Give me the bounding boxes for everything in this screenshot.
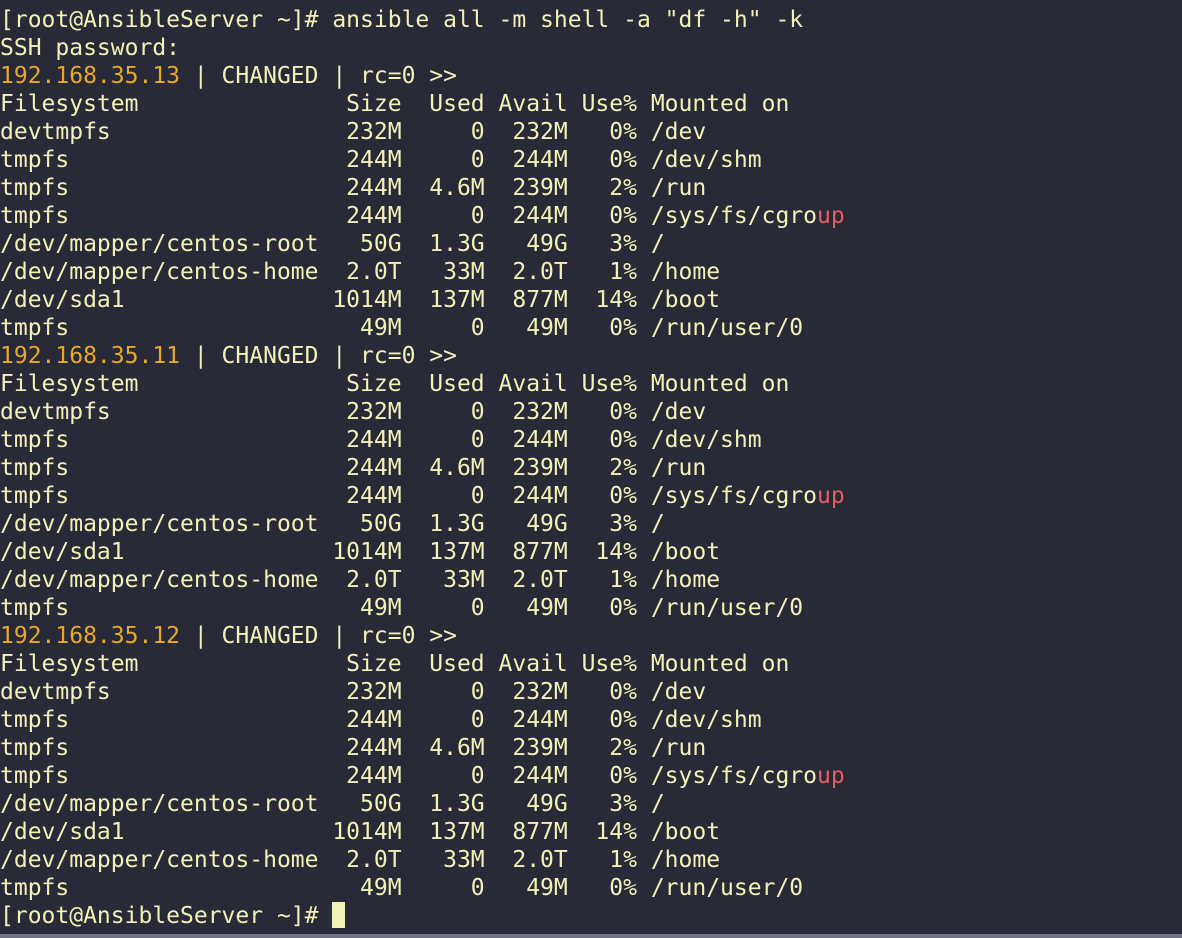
host-status: | CHANGED | rc=0 >> — [180, 623, 457, 649]
filesystem-row-text: tmpfs 49M 0 49M 0% /run/user/0 — [0, 595, 804, 621]
filesystem-row: /dev/mapper/centos-root 50G 1.3G 49G 3% … — [0, 230, 1182, 258]
filesystem-row: /dev/mapper/centos-home 2.0T 33M 2.0T 1%… — [0, 846, 1182, 874]
text-cursor — [332, 902, 346, 928]
filesystem-row-text: devtmpfs 232M 0 232M 0% /dev — [0, 679, 707, 705]
filesystem-row-text: /dev/mapper/centos-root 50G 1.3G 49G 3% … — [0, 231, 665, 257]
filesystem-row-text: tmpfs 244M 4.6M 239M 2% /run — [0, 735, 707, 761]
filesystem-row-text: /dev/mapper/centos-home 2.0T 33M 2.0T 1%… — [0, 259, 721, 285]
filesystem-row: /dev/mapper/centos-root 50G 1.3G 49G 3% … — [0, 790, 1182, 818]
filesystem-row-text: tmpfs 244M 0 244M 0% /sys/fs/cgro — [0, 203, 817, 229]
host-status: | CHANGED | rc=0 >> — [180, 343, 457, 369]
filesystem-row: tmpfs 244M 0 244M 0% /sys/fs/cgroup — [0, 202, 1182, 230]
filesystem-row: /dev/sda1 1014M 137M 877M 14% /boot — [0, 818, 1182, 846]
filesystem-row: tmpfs 49M 0 49M 0% /run/user/0 — [0, 874, 1182, 902]
filesystem-row-text: tmpfs 244M 4.6M 239M 2% /run — [0, 455, 707, 481]
filesystem-row: tmpfs 244M 0 244M 0% /sys/fs/cgroup — [0, 482, 1182, 510]
filesystem-row-text: devtmpfs 232M 0 232M 0% /dev — [0, 399, 707, 425]
shell-prompt[interactable]: [root@AnsibleServer ~]# — [0, 902, 1182, 930]
highlighted-path-suffix: up — [816, 483, 845, 509]
host-result-line: 192.168.35.12 | CHANGED | rc=0 >> — [0, 622, 1182, 650]
terminal-bottom-border — [0, 934, 1182, 938]
filesystem-row: tmpfs 244M 4.6M 239M 2% /run — [0, 734, 1182, 762]
filesystem-row: /dev/mapper/centos-home 2.0T 33M 2.0T 1%… — [0, 566, 1182, 594]
filesystem-row: /dev/mapper/centos-root 50G 1.3G 49G 3% … — [0, 510, 1182, 538]
filesystem-header: Filesystem Size Used Avail Use% Mounted … — [0, 91, 790, 117]
highlighted-path-suffix: up — [816, 203, 845, 229]
filesystem-row: tmpfs 244M 4.6M 239M 2% /run — [0, 174, 1182, 202]
filesystem-row-text: tmpfs 49M 0 49M 0% /run/user/0 — [0, 875, 804, 901]
filesystem-row: tmpfs 244M 0 244M 0% /dev/shm — [0, 426, 1182, 454]
filesystem-row-text: /dev/sda1 1014M 137M 877M 14% /boot — [0, 287, 721, 313]
filesystem-row: tmpfs 244M 0 244M 0% /dev/shm — [0, 706, 1182, 734]
filesystem-row: devtmpfs 232M 0 232M 0% /dev — [0, 118, 1182, 146]
filesystem-row: tmpfs 244M 0 244M 0% /dev/shm — [0, 146, 1182, 174]
filesystem-row-text: tmpfs 244M 0 244M 0% /sys/fs/cgro — [0, 483, 817, 509]
filesystem-row-text: /dev/mapper/centos-root 50G 1.3G 49G 3% … — [0, 511, 665, 537]
host-status: | CHANGED | rc=0 >> — [180, 63, 457, 89]
filesystem-row: /dev/sda1 1014M 137M 877M 14% /boot — [0, 286, 1182, 314]
filesystem-row-text: tmpfs 244M 0 244M 0% /dev/shm — [0, 427, 762, 453]
terminal-window[interactable]: [root@AnsibleServer ~]# ansible all -m s… — [0, 0, 1182, 938]
filesystem-row-text: /dev/sda1 1014M 137M 877M 14% /boot — [0, 819, 721, 845]
filesystem-row: tmpfs 244M 0 244M 0% /sys/fs/cgroup — [0, 762, 1182, 790]
filesystem-row: devtmpfs 232M 0 232M 0% /dev — [0, 678, 1182, 706]
filesystem-row-text: /dev/sda1 1014M 137M 877M 14% /boot — [0, 539, 721, 565]
filesystem-row-text: tmpfs 49M 0 49M 0% /run/user/0 — [0, 315, 804, 341]
filesystem-row-text: tmpfs 244M 0 244M 0% /sys/fs/cgro — [0, 763, 817, 789]
filesystem-row-text: tmpfs 244M 0 244M 0% /dev/shm — [0, 147, 762, 173]
filesystem-row-text: tmpfs 244M 4.6M 239M 2% /run — [0, 175, 707, 201]
filesystem-header: Filesystem Size Used Avail Use% Mounted … — [0, 651, 790, 677]
filesystem-row-text: /dev/mapper/centos-home 2.0T 33M 2.0T 1%… — [0, 847, 721, 873]
filesystem-row-text: /dev/mapper/centos-home 2.0T 33M 2.0T 1%… — [0, 567, 721, 593]
host-result-line: 192.168.35.13 | CHANGED | rc=0 >> — [0, 62, 1182, 90]
command-line: [root@AnsibleServer ~]# ansible all -m s… — [0, 7, 804, 33]
filesystem-row: tmpfs 49M 0 49M 0% /run/user/0 — [0, 594, 1182, 622]
host-result-line: 192.168.35.11 | CHANGED | rc=0 >> — [0, 342, 1182, 370]
filesystem-header: Filesystem Size Used Avail Use% Mounted … — [0, 371, 790, 397]
password-prompt: SSH password: — [0, 35, 181, 61]
filesystem-row-text: tmpfs 244M 0 244M 0% /dev/shm — [0, 707, 762, 733]
filesystem-row: devtmpfs 232M 0 232M 0% /dev — [0, 398, 1182, 426]
host-ip: 192.168.35.12 — [0, 623, 181, 649]
filesystem-row: tmpfs 49M 0 49M 0% /run/user/0 — [0, 314, 1182, 342]
filesystem-row: tmpfs 244M 4.6M 239M 2% /run — [0, 454, 1182, 482]
host-ip: 192.168.35.11 — [0, 343, 181, 369]
filesystem-row: /dev/sda1 1014M 137M 877M 14% /boot — [0, 538, 1182, 566]
command-output: 192.168.35.13 | CHANGED | rc=0 >> Filesys… — [0, 62, 1182, 902]
filesystem-row-text: /dev/mapper/centos-root 50G 1.3G 49G 3% … — [0, 791, 665, 817]
filesystem-row-text: devtmpfs 232M 0 232M 0% /dev — [0, 119, 707, 145]
filesystem-row: /dev/mapper/centos-home 2.0T 33M 2.0T 1%… — [0, 258, 1182, 286]
prompt-text: [root@AnsibleServer ~]# — [0, 903, 333, 929]
host-ip: 192.168.35.13 — [0, 63, 181, 89]
highlighted-path-suffix: up — [816, 763, 845, 789]
